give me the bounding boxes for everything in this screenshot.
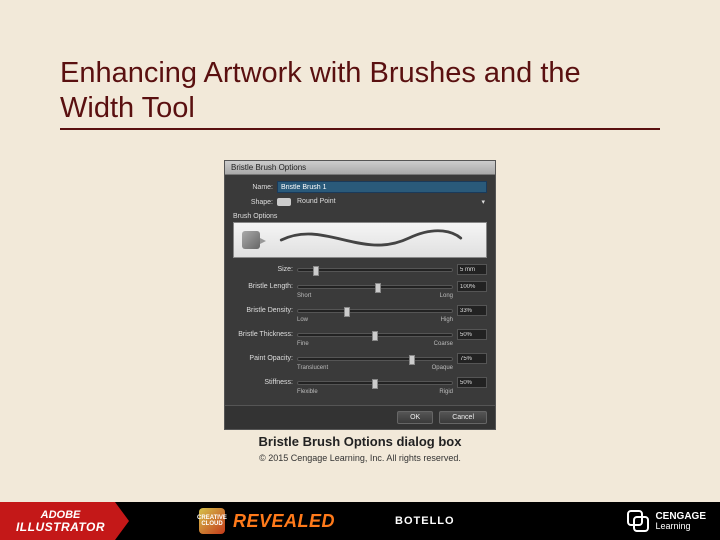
slider-min-label: Short [297,293,311,299]
brush-tip-icon [242,231,260,249]
shape-label: Shape: [233,199,273,206]
bristle-brush-options-dialog: Bristle Brush Options Name: Shape: Round… [224,160,496,430]
slider-label: Bristle Length: [233,283,293,290]
slider-min-label: Fine [297,341,309,347]
slider-label: Paint Opacity: [233,355,293,362]
slider-max-label: Coarse [434,341,453,347]
slider-label: Bristle Thickness: [233,331,293,338]
slider-5: Stiffness: Flexible Rigid [233,377,487,395]
shape-value: Round Point [297,198,336,206]
shape-thumb-icon [277,198,291,206]
slider-value-input[interactable] [457,377,487,388]
slider-2: Bristle Density: Low High [233,305,487,323]
brush-stroke-icon [264,223,478,257]
copyright-text: © 2015 Cengage Learning, Inc. All rights… [224,453,496,463]
dialog-button-row: OK Cancel [225,405,495,429]
slider-label: Stiffness: [233,379,293,386]
slider-max-label: Long [440,293,453,299]
name-label: Name: [233,184,273,191]
slider-track[interactable] [297,285,453,289]
slider-value-input[interactable] [457,305,487,316]
slider-label: Bristle Density: [233,307,293,314]
slider-thumb[interactable] [344,307,350,317]
slider-thumb[interactable] [372,331,378,341]
creative-cloud-badge-icon: CREATIVE CLOUD [199,508,225,534]
figure-caption: Bristle Brush Options dialog box [224,434,496,449]
cengage-line2: Learning [655,522,706,531]
adobe-text: ADOBE [41,510,81,521]
slider-max-label: High [441,317,453,323]
cengage-line1: CENGAGE [655,512,706,522]
slide-title: Enhancing Artwork with Brushes and the W… [60,56,660,130]
ok-button[interactable]: OK [397,411,433,424]
dialog-container: Bristle Brush Options Name: Shape: Round… [224,160,496,463]
slider-track[interactable] [297,268,453,272]
slider-max-label: Opaque [432,365,453,371]
shape-dropdown[interactable]: Round Point ▾ [295,197,487,207]
illustrator-text: ILLUSTRATOR [16,521,105,533]
dialog-titlebar: Bristle Brush Options [225,161,495,175]
slider-0: Size: [233,264,487,275]
slider-track[interactable] [297,333,453,337]
slider-thumb[interactable] [372,379,378,389]
revealed-text: REVEALED [233,511,335,532]
slider-thumb[interactable] [409,355,415,365]
slider-3: Bristle Thickness: Fine Coarse [233,329,487,347]
slider-value-input[interactable] [457,281,487,292]
slider-thumb[interactable] [375,283,381,293]
slider-min-label: Flexible [297,389,318,395]
slider-value-input[interactable] [457,353,487,364]
slider-track[interactable] [297,357,453,361]
slider-label: Size: [233,266,293,273]
brush-name-input[interactable] [277,181,487,193]
chevron-down-icon: ▾ [481,198,485,206]
slider-value-input[interactable] [457,264,487,275]
slider-track[interactable] [297,309,453,313]
red-chevron-icon [115,502,129,540]
slider-4: Paint Opacity: Translucent Opaque [233,353,487,371]
slider-value-input[interactable] [457,329,487,340]
slider-max-label: Rigid [439,389,453,395]
cancel-button[interactable]: Cancel [439,411,487,424]
slider-min-label: Translucent [297,365,328,371]
author-name: BOTELLO [395,515,455,527]
slider-thumb[interactable] [313,266,319,276]
slider-1: Bristle Length: Short Long [233,281,487,299]
brush-preview [233,222,487,258]
cengage-icon [627,510,649,532]
cengage-logo: CENGAGE Learning [627,510,706,532]
adobe-illustrator-badge: ADOBE ILLUSTRATOR [0,502,115,540]
footer-bar: ADOBE ILLUSTRATOR CREATIVE CLOUD REVEALE… [0,502,720,540]
brush-options-section-label: Brush Options [233,213,487,220]
slider-track[interactable] [297,381,453,385]
slider-min-label: Low [297,317,308,323]
